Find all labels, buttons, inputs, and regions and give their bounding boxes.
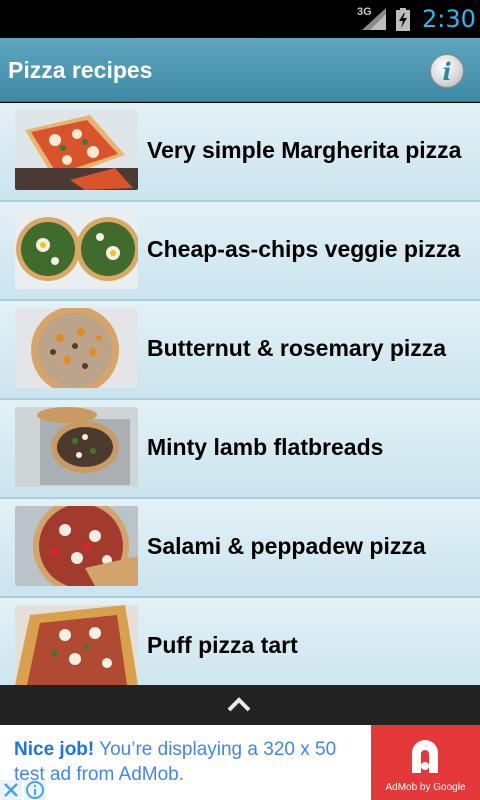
list-item[interactable]: Salami & peppadew pizza xyxy=(0,499,480,598)
list-item[interactable]: Cheap-as-chips veggie pizza xyxy=(0,202,480,301)
recipe-thumbnail xyxy=(15,209,138,289)
signal-icon xyxy=(362,8,386,30)
ad-text[interactable]: Nice job! You’re displaying a 320 x 50 t… xyxy=(14,737,366,787)
recipe-title: Salami & peppadew pizza xyxy=(147,533,426,559)
recipe-thumbnail xyxy=(15,407,138,487)
info-button[interactable]: i xyxy=(430,54,464,88)
ad-banner[interactable]: Nice job! You’re displaying a 320 x 50 t… xyxy=(0,725,480,800)
ad-brand-label: AdMob by Google xyxy=(385,782,466,793)
admob-logo-icon xyxy=(412,740,438,773)
list-item[interactable]: Minty lamb flatbreads xyxy=(0,400,480,499)
app-bar: Pizza recipes i xyxy=(0,38,480,102)
ad-headline: Nice job! xyxy=(14,739,95,760)
recipe-title: Puff pizza tart xyxy=(147,632,298,658)
status-bar: 3G 2:30 xyxy=(0,0,480,38)
recipe-title: Minty lamb flatbreads xyxy=(147,434,384,460)
list-item[interactable]: Puff pizza tart xyxy=(0,598,480,685)
chevron-up-icon[interactable] xyxy=(226,695,252,713)
battery-charging-icon xyxy=(396,8,410,31)
page-title: Pizza recipes xyxy=(8,57,153,83)
admob-brand[interactable]: AdMob by Google xyxy=(371,725,480,800)
list-item[interactable]: Very simple Margherita pizza xyxy=(0,103,480,202)
recipe-title: Butternut & rosemary pizza xyxy=(147,335,447,361)
collapse-bar[interactable] xyxy=(0,685,480,725)
recipe-title: Cheap-as-chips veggie pizza xyxy=(147,236,461,262)
clock: 2:30 xyxy=(422,5,476,33)
info-icon: i xyxy=(442,57,452,86)
list-item[interactable]: Butternut & rosemary pizza xyxy=(0,301,480,400)
recipe-thumbnail xyxy=(15,110,138,190)
ad-close-icon[interactable] xyxy=(0,780,22,800)
recipe-list[interactable]: Very simple Margherita pizza Cheap-as-ch… xyxy=(0,103,480,685)
ad-info-icon[interactable] xyxy=(24,780,46,800)
recipe-thumbnail xyxy=(15,605,138,685)
recipe-thumbnail xyxy=(15,308,138,388)
recipe-thumbnail xyxy=(15,506,138,586)
recipe-title: Very simple Margherita pizza xyxy=(147,137,462,163)
